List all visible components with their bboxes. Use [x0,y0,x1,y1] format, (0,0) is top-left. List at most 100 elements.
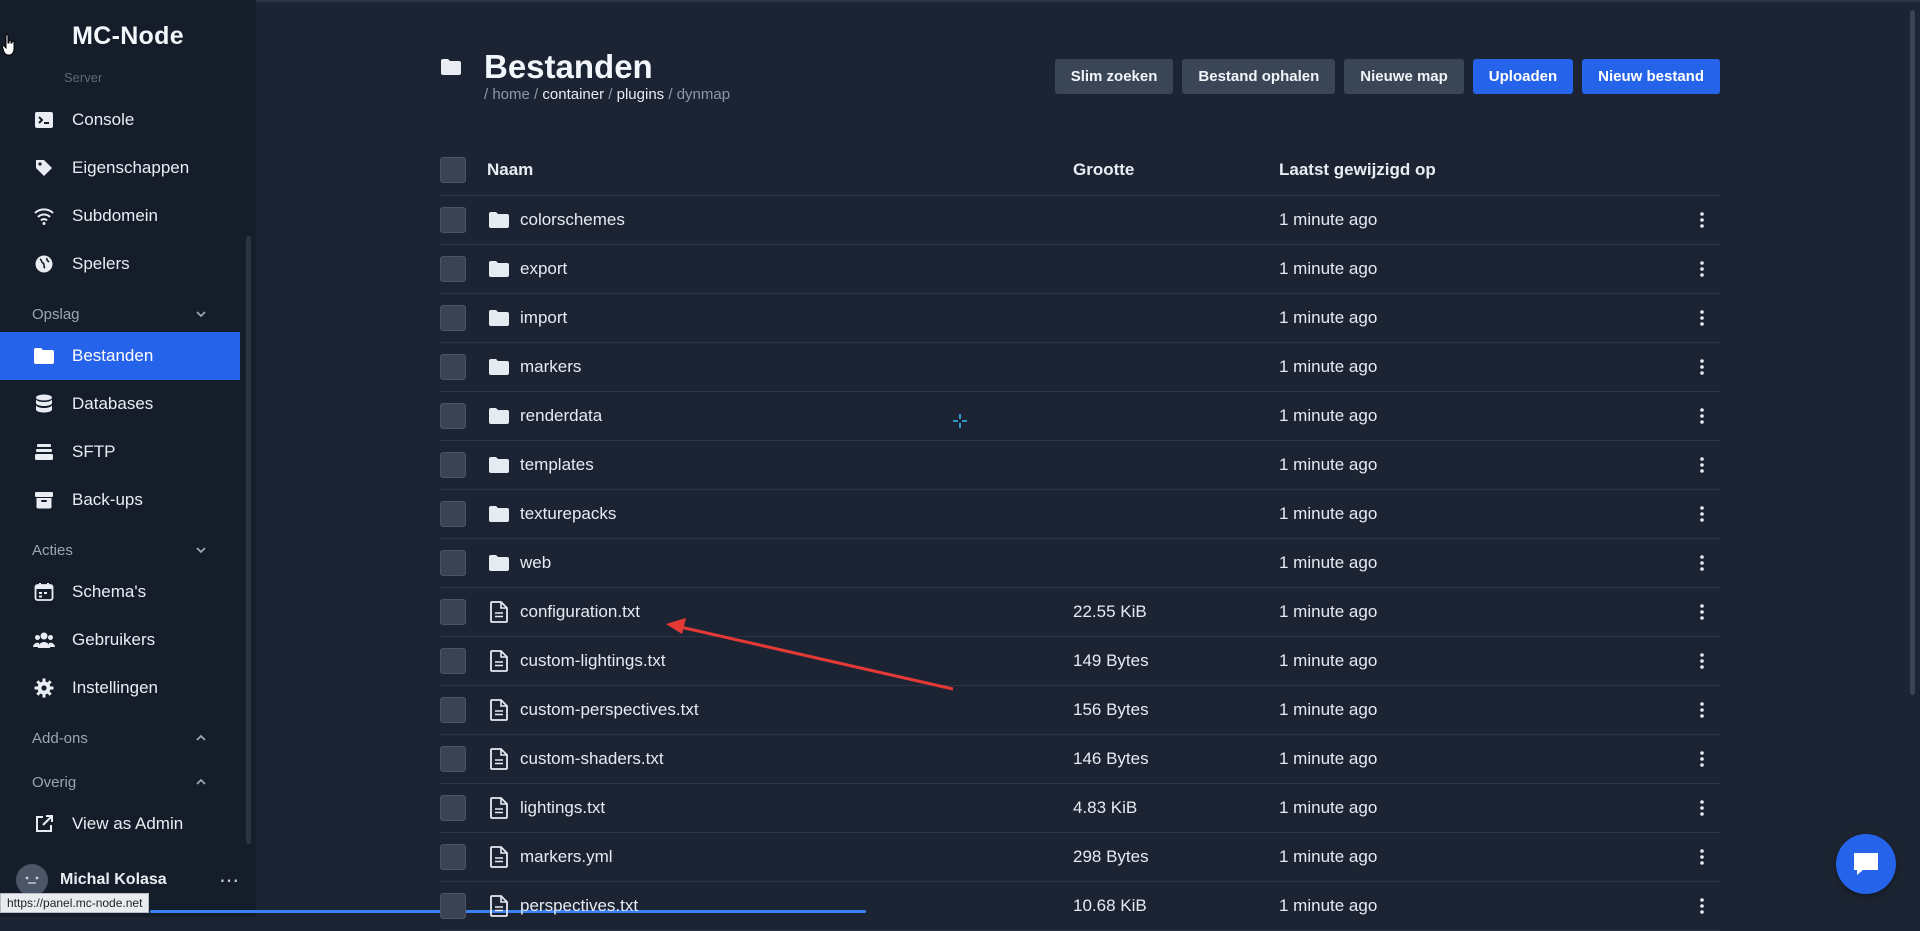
upload-button[interactable]: Uploaden [1472,59,1574,94]
row-checkbox[interactable] [440,550,466,576]
file-name-cell[interactable]: texturepacks [487,502,1073,526]
table-row[interactable]: web 1 minute ago [440,539,1720,588]
more-vertical-icon[interactable] [1692,211,1712,229]
more-vertical-icon[interactable] [1692,260,1712,278]
table-row[interactable]: custom-lightings.txt 149 Bytes 1 minute ag… [440,637,1720,686]
row-checkbox[interactable] [440,599,466,625]
file-name[interactable]: import [520,308,567,328]
sidebar-item-console[interactable]: Console [0,96,240,144]
column-header-modified[interactable]: Laatst gewijzigd op [1279,160,1720,180]
table-row[interactable]: custom-shaders.txt 146 Bytes 1 minute ago [440,735,1720,784]
file-name[interactable]: custom-shaders.txt [520,749,664,769]
row-checkbox[interactable] [440,256,466,282]
table-row[interactable]: export 1 minute ago [440,245,1720,294]
sidebar-item-back-ups[interactable]: Back-ups [0,476,240,524]
sidebar-item-spelers[interactable]: Spelers [0,240,240,288]
file-name-cell[interactable]: templates [487,453,1073,477]
table-row[interactable]: perspectives.txt 10.68 KiB 1 minute ago [440,882,1720,931]
table-row[interactable]: lightings.txt 4.83 KiB 1 minute ago [440,784,1720,833]
row-checkbox[interactable] [440,501,466,527]
more-vertical-icon[interactable] [1692,799,1712,817]
file-name-cell[interactable]: import [487,306,1073,330]
table-row[interactable]: markers 1 minute ago [440,343,1720,392]
column-header-name[interactable]: Naam [487,160,1073,180]
table-row[interactable]: colorschemes 1 minute ago [440,196,1720,245]
file-name[interactable]: custom-perspectives.txt [520,700,699,720]
row-checkbox[interactable] [440,354,466,380]
more-vertical-icon[interactable] [1692,309,1712,327]
file-name-cell[interactable]: renderdata [487,404,1073,428]
sidebar-item-bestanden[interactable]: Bestanden [0,332,240,380]
row-checkbox[interactable] [440,452,466,478]
row-checkbox[interactable] [440,795,466,821]
sidebar-group-addons[interactable]: Add-ons [32,726,208,750]
more-vertical-icon[interactable] [1692,554,1712,572]
sidebar-group-overig[interactable]: Overig [32,770,208,794]
sidebar-item-subdomein[interactable]: Subdomein [0,192,240,240]
row-checkbox[interactable] [440,844,466,870]
file-name-cell[interactable]: custom-shaders.txt [487,747,1073,771]
file-name-cell[interactable]: perspectives.txt [487,894,1073,918]
table-row[interactable]: renderdata 1 minute ago [440,392,1720,441]
row-checkbox[interactable] [440,893,466,919]
file-name[interactable]: renderdata [520,406,602,426]
row-checkbox[interactable] [440,648,466,674]
smart-search-button[interactable]: Slim zoeken [1054,59,1174,94]
file-name[interactable]: lightings.txt [520,798,605,818]
sidebar-item-view-as-admin[interactable]: View as Admin [0,800,240,848]
file-name[interactable]: texturepacks [520,504,616,524]
file-name[interactable]: web [520,553,551,573]
chat-button[interactable] [1836,834,1896,894]
fetch-file-button[interactable]: Bestand ophalen [1182,59,1336,94]
file-name[interactable]: custom-lightings.txt [520,651,666,671]
column-header-size[interactable]: Grootte [1073,160,1279,180]
breadcrumb-plugins[interactable]: plugins [617,86,665,103]
sidebar-item-instellingen[interactable]: Instellingen [0,664,240,712]
more-vertical-icon[interactable] [1692,407,1712,425]
file-name[interactable]: export [520,259,567,279]
file-name-cell[interactable]: custom-perspectives.txt [487,698,1073,722]
table-row[interactable]: texturepacks 1 minute ago [440,490,1720,539]
table-row[interactable]: markers.yml 298 Bytes 1 minute ago [440,833,1720,882]
sidebar-group-opslag[interactable]: Opslag [32,302,208,326]
more-vertical-icon[interactable] [1692,456,1712,474]
sidebar-group-acties[interactable]: Acties [32,538,208,562]
file-name-cell[interactable]: export [487,257,1073,281]
breadcrumb-container[interactable]: container [542,86,604,103]
new-file-button[interactable]: Nieuw bestand [1582,59,1720,94]
file-name[interactable]: colorschemes [520,210,625,230]
more-vertical-icon[interactable] [1692,652,1712,670]
more-vertical-icon[interactable] [1692,701,1712,719]
table-row[interactable]: configuration.txt 22.55 KiB 1 minute ago [440,588,1720,637]
file-name[interactable]: templates [520,455,594,475]
more-vertical-icon[interactable] [1692,750,1712,768]
row-checkbox[interactable] [440,746,466,772]
more-vertical-icon[interactable] [1692,897,1712,915]
more-horizontal-icon[interactable]: ⋯ [219,868,240,893]
file-name[interactable]: configuration.txt [520,602,640,622]
file-name-cell[interactable]: colorschemes [487,208,1073,232]
brand-logo[interactable]: MC-Node [0,22,256,51]
file-name-cell[interactable]: web [487,551,1073,575]
more-vertical-icon[interactable] [1692,848,1712,866]
row-checkbox[interactable] [440,207,466,233]
row-checkbox[interactable] [440,697,466,723]
file-name-cell[interactable]: lightings.txt [487,796,1073,820]
user-menu[interactable]: Michal Kolasa ⋯ [16,864,240,896]
file-name-cell[interactable]: markers [487,355,1073,379]
new-folder-button[interactable]: Nieuwe map [1344,59,1464,94]
row-checkbox[interactable] [440,403,466,429]
file-name[interactable]: markers.yml [520,847,613,867]
sidebar-scrollbar[interactable] [246,236,251,844]
sidebar-item-sftp[interactable]: SFTP [0,428,240,476]
select-all-checkbox[interactable] [440,157,466,183]
table-row[interactable]: import 1 minute ago [440,294,1720,343]
row-checkbox[interactable] [440,305,466,331]
sidebar-item-schemas[interactable]: Schema's [0,568,240,616]
file-name[interactable]: markers [520,357,581,377]
more-vertical-icon[interactable] [1692,505,1712,523]
file-name[interactable]: perspectives.txt [520,896,638,916]
more-vertical-icon[interactable] [1692,603,1712,621]
main-scrollbar[interactable] [1910,10,1915,695]
sidebar-item-eigenschappen[interactable]: Eigenschappen [0,144,240,192]
